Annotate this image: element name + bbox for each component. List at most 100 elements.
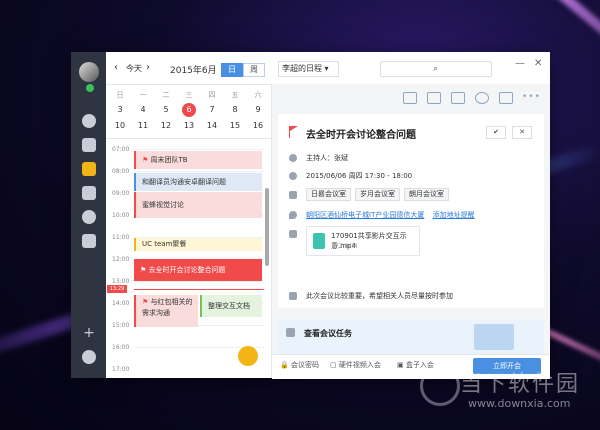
event-label: 周末团队TB: [150, 156, 188, 164]
calendar-day-selected[interactable]: 6: [182, 103, 196, 117]
datetime-text: 2015/06/06 周四 17:30 - 18:00: [306, 172, 413, 180]
event-item[interactable]: ⚑ 与红包相关的需求沟通: [134, 295, 198, 327]
calendar-select-value: 李超的日程: [282, 64, 322, 73]
share-icon[interactable]: [403, 92, 417, 104]
room-icon: [289, 191, 297, 199]
folder-icon[interactable]: [451, 92, 465, 104]
plus-icon[interactable]: +: [82, 326, 96, 340]
calendar-icon[interactable]: [82, 162, 96, 176]
scrollbar[interactable]: [265, 188, 269, 266]
event-item[interactable]: UC team聚餐: [134, 238, 262, 251]
hardware-join-label: 硬件视频入会: [338, 361, 381, 369]
watermark-url: www.downxia.com: [468, 397, 571, 410]
contacts-icon[interactable]: [82, 138, 96, 152]
flag-icon: [290, 126, 298, 131]
decline-button[interactable]: ✕: [512, 126, 532, 139]
search-input[interactable]: ⌕: [380, 61, 492, 77]
time-label: 15:00: [112, 322, 130, 329]
weekday-header: 日: [116, 91, 124, 99]
divider: [106, 138, 271, 139]
next-button[interactable]: ›: [146, 62, 150, 73]
app-window: + ‹ 今天 › 2015年6月 日 周 李超的日程 ▾ ⌕ — ✕ 日 一 二…: [71, 52, 550, 379]
time-label: 11:00: [112, 234, 130, 241]
calendar-day[interactable]: 7: [204, 103, 220, 117]
calendar-day[interactable]: 3: [112, 103, 128, 117]
avatar[interactable]: [79, 62, 99, 82]
view-week-button[interactable]: 周: [243, 63, 265, 77]
event-item[interactable]: ⚑ 周末团队TB: [134, 151, 262, 169]
calendar-select[interactable]: 李超的日程 ▾: [278, 61, 339, 77]
calendar-day[interactable]: 9: [250, 103, 266, 117]
chat-icon[interactable]: [82, 114, 96, 128]
calendar-day[interactable]: 12: [158, 119, 174, 133]
sidebar: +: [71, 52, 106, 378]
event-label: 和翻译员沟通安卓翻译问题: [142, 178, 226, 186]
note-text: 此次会议比较重要，希望相关人员尽量按时参加: [306, 292, 453, 300]
event-item[interactable]: 整理交互文档: [200, 295, 262, 317]
edit-icon[interactable]: [499, 92, 513, 104]
host-text: 主持人：张斌: [306, 154, 348, 162]
minimize-button[interactable]: —: [515, 58, 525, 69]
illustration-image: [474, 324, 514, 350]
calendar-day[interactable]: 5: [158, 103, 174, 117]
month-label: 2015年6月: [170, 66, 217, 76]
room-tag[interactable]: 岁月会议室: [355, 188, 400, 201]
calendar-day[interactable]: 8: [227, 103, 243, 117]
video-file-icon: [313, 233, 325, 249]
time-label: 17:00: [112, 366, 130, 373]
accept-button[interactable]: ✔: [486, 126, 506, 139]
phone-icon[interactable]: [82, 210, 96, 224]
room-tag[interactable]: 日晷会议室: [306, 188, 351, 201]
room-tag[interactable]: 朗月会议室: [404, 188, 449, 201]
close-button[interactable]: ✕: [534, 58, 542, 69]
location-icon: [289, 211, 297, 219]
event-item-selected[interactable]: ⚑ 去全时开会讨论整合问题: [134, 259, 262, 281]
today-button[interactable]: 今天: [126, 63, 142, 74]
hour-line: [134, 149, 264, 150]
hour-line: [134, 281, 264, 282]
location-link[interactable]: 朝阳区酒仙桥电子城IT产业园德信大厦: [306, 211, 424, 219]
chat-fab-button[interactable]: [238, 346, 258, 366]
detail-panel: ••• 去全时开会讨论整合问题 ✔ ✕ 主持人：张斌 2015/06/06 周四…: [272, 84, 550, 379]
flag-icon: ⚑: [142, 298, 149, 306]
time-label: 09:00: [112, 190, 130, 197]
hardware-join-button[interactable]: ▢ 硬件视频入会: [330, 360, 381, 370]
settings-icon[interactable]: [82, 350, 96, 364]
calendar-day[interactable]: 15: [227, 119, 243, 133]
day-panel: 日 一 二 三 四 五 六 3 4 5 6 7 8 9 10 11 12 13 …: [106, 84, 272, 378]
event-item[interactable]: 蜜蜂视觉讨论: [134, 192, 262, 218]
user-icon: [289, 154, 297, 162]
calendar-day[interactable]: 11: [135, 119, 151, 133]
apps-icon[interactable]: [82, 234, 96, 248]
meeting-password-button[interactable]: 🔒 会议密码: [280, 360, 319, 370]
time-label: 14:00: [112, 300, 130, 307]
user-icon[interactable]: [475, 92, 489, 104]
comment-icon[interactable]: [427, 92, 441, 104]
calendar-day[interactable]: 13: [181, 119, 197, 133]
time-label: 08:00: [112, 168, 130, 175]
time-label: 16:00: [112, 344, 130, 351]
time-label: 10:00: [112, 212, 130, 219]
more-icon[interactable]: •••: [522, 92, 541, 102]
file-size: 177.84M: [331, 243, 358, 250]
prev-button[interactable]: ‹: [114, 62, 118, 73]
tasks-icon[interactable]: [82, 186, 96, 200]
attachment-item[interactable]: 170901共享影片交互示意.mp4 177.84M: [306, 226, 420, 256]
calendar-day[interactable]: 10: [112, 119, 128, 133]
calendar-day[interactable]: 14: [204, 119, 220, 133]
weekday-header: 三: [185, 91, 193, 99]
time-label: 13:00: [112, 278, 130, 285]
watermark-logo: [420, 366, 460, 406]
location-row: 朝阳区酒仙桥电子城IT产业园德信大厦 添加地址提醒: [306, 210, 475, 220]
event-detail-card: 去全时开会讨论整合问题 ✔ ✕ 主持人：张斌 2015/06/06 周四 17:…: [278, 114, 544, 308]
add-reminder-link[interactable]: 添加地址提醒: [433, 211, 475, 219]
view-day-button[interactable]: 日: [221, 63, 243, 77]
calendar-day[interactable]: 4: [135, 103, 151, 117]
hour-line: [134, 171, 264, 172]
attachment-icon: [289, 230, 297, 238]
clock-icon: [289, 172, 297, 180]
task-icon: [286, 328, 295, 337]
event-label: 蜜蜂视觉讨论: [142, 201, 184, 209]
calendar-day[interactable]: 16: [250, 119, 266, 133]
event-item[interactable]: 和翻译员沟通安卓翻译问题: [134, 173, 262, 191]
